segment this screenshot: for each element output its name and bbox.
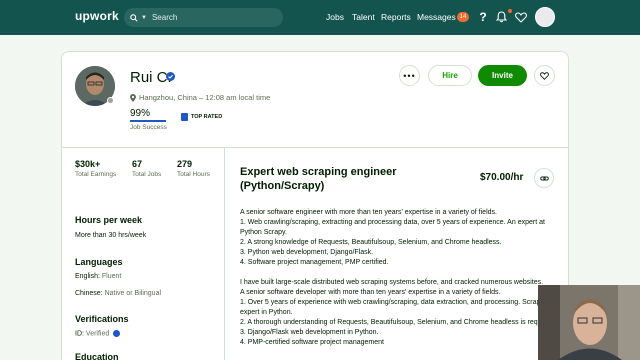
more-options-button[interactable]: ••• <box>399 65 420 86</box>
upwork-logo[interactable]: upwork <box>75 9 119 23</box>
language-name: Chinese: <box>75 290 103 297</box>
language-item: Chinese: Native or Bilingual <box>75 290 161 297</box>
nav-link-talent[interactable]: Talent <box>352 12 375 22</box>
description-line: A senior software engineer with more tha… <box>240 209 497 216</box>
hire-button[interactable]: Hire <box>428 65 472 86</box>
freelancer-location: Hangzhou, China – 12:08 am local time <box>130 93 270 102</box>
id-label: ID: <box>75 330 84 338</box>
total-jobs-label: Total Jobs <box>132 171 162 178</box>
save-freelancer-button[interactable] <box>534 65 555 86</box>
job-success-bar <box>130 120 166 122</box>
description-line: I have built large-scale distributed web… <box>240 279 544 286</box>
profile-title: Expert web scraping engineer (Python/Scr… <box>240 166 397 192</box>
nav-link-reports[interactable]: Reports <box>381 12 411 22</box>
description-line: 1. Over 5 years of experience with web c… <box>240 299 544 316</box>
total-hours-value: 279 <box>177 159 193 169</box>
nav-link-jobs[interactable]: Jobs <box>326 12 344 22</box>
notification-dot <box>508 9 512 13</box>
description-line: 3. Python web development, Django/Flask. <box>240 249 374 256</box>
description-line: A senior software developer with more th… <box>240 289 501 296</box>
invite-button[interactable]: Invite <box>478 65 527 86</box>
description-line: 2. A thorough understanding of Requests,… <box>240 319 556 326</box>
education-heading: Education <box>75 352 119 360</box>
description-line: 2. A strong knowledge of Requests, Beaut… <box>240 239 502 246</box>
heart-icon <box>540 71 549 80</box>
description-line: 4. Software project management, PMP cert… <box>240 259 389 266</box>
language-item: English: Fluent <box>75 273 121 280</box>
saved-heart-icon[interactable] <box>513 9 529 25</box>
language-name: English: <box>75 273 100 280</box>
verified-check-icon <box>113 330 121 337</box>
description-line: 4. PMP-certified software project manage… <box>240 339 384 346</box>
description-line: 3. Django/Flask web development in Pytho… <box>240 329 379 336</box>
profile-description: A senior software engineer with more tha… <box>240 208 558 348</box>
id-value: Verified <box>85 330 110 338</box>
top-rated-icon <box>181 113 188 121</box>
copy-link-button[interactable] <box>534 168 554 188</box>
language-level: Fluent <box>101 273 122 280</box>
total-jobs-value: 67 <box>132 159 143 169</box>
languages-heading: Languages <box>75 257 123 267</box>
total-earnings-label: Total Earnings <box>75 171 117 178</box>
search-placeholder: Search <box>151 13 178 22</box>
top-rated-label: TOP RATED <box>191 114 223 120</box>
search-input[interactable]: ▼ Search <box>124 8 283 27</box>
status-indicator <box>107 97 114 104</box>
webcam-overlay <box>538 285 640 360</box>
help-icon[interactable]: ? <box>475 9 491 25</box>
divider <box>61 147 569 148</box>
total-earnings-value: $30k+ <box>75 159 101 169</box>
search-icon <box>130 13 138 22</box>
language-level: Native or Bilingual <box>104 290 162 297</box>
hours-heading: Hours per week <box>75 215 143 225</box>
user-avatar[interactable] <box>535 7 555 27</box>
total-hours-label: Total Hours <box>177 171 210 178</box>
messages-count-badge: 14 <box>457 12 469 22</box>
top-rated-badge: TOP RATED <box>181 113 222 121</box>
verified-badge-icon <box>166 72 175 81</box>
nav-link-messages[interactable]: Messages <box>417 12 456 22</box>
column-divider <box>224 147 225 360</box>
verifications-heading: Verifications <box>75 314 129 324</box>
location-pin-icon <box>130 93 136 102</box>
location-text: Hangzhou, China – 12:08 am local time <box>139 93 271 102</box>
link-icon <box>539 176 549 180</box>
job-success-score: 99% <box>130 108 151 119</box>
description-line: 1. Web crawling/scraping, extracting and… <box>240 219 545 236</box>
job-success-label: Job Success <box>130 124 167 131</box>
hourly-rate: $70.00/hr <box>480 172 524 183</box>
notifications-bell-icon[interactable] <box>493 9 509 25</box>
id-verification: ID: Verified <box>75 330 121 338</box>
chevron-down-icon[interactable]: ▼ <box>141 15 147 21</box>
hours-value: More than 30 hrs/week <box>75 232 147 239</box>
